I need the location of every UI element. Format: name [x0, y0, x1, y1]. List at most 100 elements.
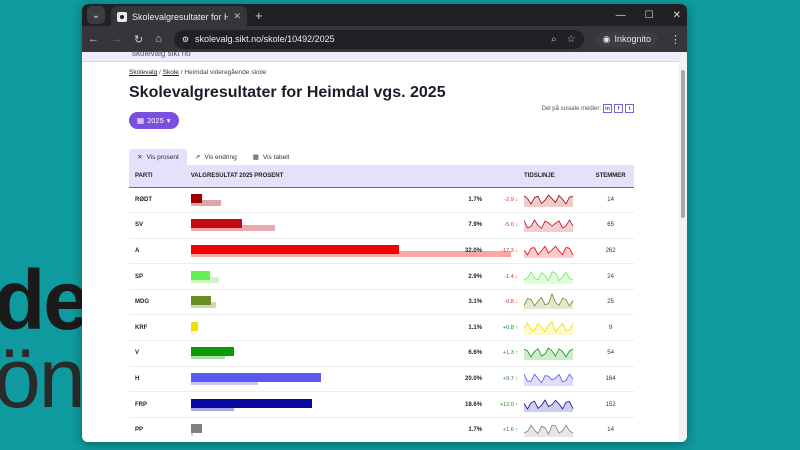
change-value: +9.7	[502, 375, 514, 382]
timeline-sparkline	[523, 398, 574, 412]
scrollbar-thumb[interactable]	[681, 70, 685, 218]
reload-icon[interactable]: ↻	[134, 33, 143, 46]
tab-vis-endring[interactable]: ↗ Vis endring	[187, 149, 245, 165]
result-change: +9.7 ↑	[503, 376, 518, 382]
party-name: H	[129, 366, 185, 393]
breadcrumb-link-skolevalg[interactable]: Skolevalg	[129, 69, 157, 76]
breadcrumb: Skolevalg / Skole / Heimdal videregående…	[129, 69, 634, 76]
browser-tab[interactable]: Skolevalgresultater for Heimdal ✕	[111, 5, 247, 28]
party-name: KRF	[129, 314, 185, 342]
breadcrumb-link-skole[interactable]: Skole	[163, 69, 179, 76]
minimize-icon[interactable]: —	[616, 10, 626, 21]
arrow-up-icon: ↑	[515, 375, 519, 382]
result-percent: 3.1%	[468, 299, 483, 306]
address-bar[interactable]: ⚙ skolevalg.sikt.no/skole/10492/2025 ⌕ ☆	[173, 29, 584, 49]
new-tab-button[interactable]: +	[255, 8, 263, 23]
result-cell: 20.0% +9.7 ↑	[184, 366, 519, 393]
maximize-icon[interactable]: ☐	[645, 10, 654, 21]
back-icon[interactable]: ←	[88, 33, 99, 45]
incognito-icon: ◉	[602, 33, 611, 44]
party-name: SV	[129, 212, 185, 239]
table-icon: ▦	[252, 154, 259, 161]
zoom-icon[interactable]: ⌕	[551, 34, 557, 45]
result-cell: 7.9% -5.0 ↓	[184, 212, 519, 239]
result-cell: 1.1% +0.8 ↑	[184, 314, 519, 342]
breadcrumb-current: Heimdal videregående skole	[184, 69, 267, 76]
home-icon[interactable]: ⌂	[155, 33, 162, 45]
timeline-cell	[518, 417, 588, 442]
votes-count: 25	[587, 289, 634, 316]
current-result-bar	[190, 244, 399, 254]
result-change: +12.0 ↑	[500, 402, 518, 408]
breadcrumb-separator: /	[180, 69, 183, 76]
site-header: skolevalg sikt no	[82, 49, 687, 62]
change-value: -5.0	[504, 222, 514, 229]
current-result-bar	[190, 193, 202, 203]
menu-icon[interactable]: ⋮	[670, 33, 681, 46]
forward-icon[interactable]: →	[111, 33, 122, 45]
votes-count: 14	[587, 187, 634, 214]
result-bars	[190, 193, 451, 207]
arrow-up-icon: ↑	[515, 427, 519, 434]
arrow-up-icon: ↑	[515, 401, 519, 408]
votes-count: 65	[587, 212, 634, 239]
incognito-label: Inkognito	[614, 34, 651, 44]
linkedin-share-button[interactable]: in	[603, 104, 612, 113]
main-content: Skolevalg / Skole / Heimdal videregående…	[129, 62, 634, 442]
change-value: +12.0	[499, 401, 514, 408]
result-bars	[190, 423, 451, 437]
facebook-share-button[interactable]: f	[614, 104, 623, 113]
tab-vis-prosent[interactable]: ✕ Vis prosent	[129, 149, 187, 165]
browser-window: ⌄ Skolevalgresultater for Heimdal ✕ + — …	[82, 4, 687, 442]
page-viewport: skolevalg sikt no Skolevalg / Skole / He…	[82, 49, 687, 442]
tab-vis-tabell[interactable]: ▦ Vis tabell	[245, 149, 297, 165]
table-row: V 6.6% +1.3 ↑ 54	[129, 340, 634, 367]
timeline-sparkline	[523, 245, 574, 258]
site-info-icon[interactable]: ⚙	[182, 35, 189, 44]
tab-search-button[interactable]: ⌄	[87, 6, 105, 24]
change-value: -1.4	[504, 273, 514, 280]
header-result[interactable]: VALGRESULTAT 2025 PROSENT	[184, 165, 519, 188]
timeline-sparkline	[523, 347, 574, 361]
timeline-cell	[518, 366, 588, 393]
result-cell: 1.7% +1.6 ↑	[184, 417, 519, 442]
calendar-icon: ▦	[137, 116, 145, 125]
votes-count: 152	[587, 391, 634, 418]
timeline-cell	[518, 391, 588, 418]
result-percent: 18.6%	[465, 401, 483, 408]
result-bars	[190, 346, 451, 360]
twitter-share-button[interactable]: t	[625, 104, 634, 113]
page-scrollbar[interactable]	[679, 52, 687, 442]
bookmark-star-icon[interactable]: ☆	[567, 34, 576, 45]
percent-icon: ✕	[137, 154, 143, 161]
timeline-cell	[518, 340, 588, 367]
change-value: +1.3	[502, 350, 514, 357]
result-cell: 1.7% -2.9 ↓	[184, 187, 519, 214]
party-name: MDG	[129, 289, 185, 316]
current-result-bar	[190, 424, 202, 434]
tab-label: Vis prosent	[146, 153, 179, 161]
site-logo[interactable]: skolevalg sikt no	[132, 49, 191, 58]
incognito-badge[interactable]: ◉ Inkognito	[595, 31, 658, 47]
party-name: FRP	[129, 391, 185, 418]
party-name: A	[129, 238, 185, 265]
close-window-icon[interactable]: ✕	[673, 10, 681, 21]
party-name: PP	[129, 417, 185, 442]
result-cell: 2.9% -1.4 ↓	[184, 263, 519, 290]
timeline-sparkline	[523, 320, 574, 335]
site-favicon-icon	[117, 11, 127, 22]
header-party[interactable]: PARTI	[129, 165, 185, 188]
result-change: -17.3 ↓	[501, 248, 518, 254]
arrow-down-icon: ↓	[515, 247, 519, 254]
table-header-row: PARTI VALGRESULTAT 2025 PROSENT TIDSLINJ…	[129, 165, 634, 188]
table-row: RØDT 1.7% -2.9 ↓ 14	[129, 187, 634, 214]
chart-icon: ↗	[194, 154, 201, 161]
close-tab-icon[interactable]: ✕	[233, 11, 241, 22]
year-select-button[interactable]: ▦ 2025 ▾	[129, 112, 179, 129]
change-value: +0.8	[502, 324, 514, 331]
current-result-bar	[190, 219, 243, 229]
header-votes[interactable]: STEMMER	[587, 165, 634, 188]
arrow-down-icon: ↓	[515, 273, 519, 280]
arrow-up-icon: ↑	[515, 350, 519, 357]
table-row: PP 1.7% +1.6 ↑ 14	[129, 417, 634, 442]
